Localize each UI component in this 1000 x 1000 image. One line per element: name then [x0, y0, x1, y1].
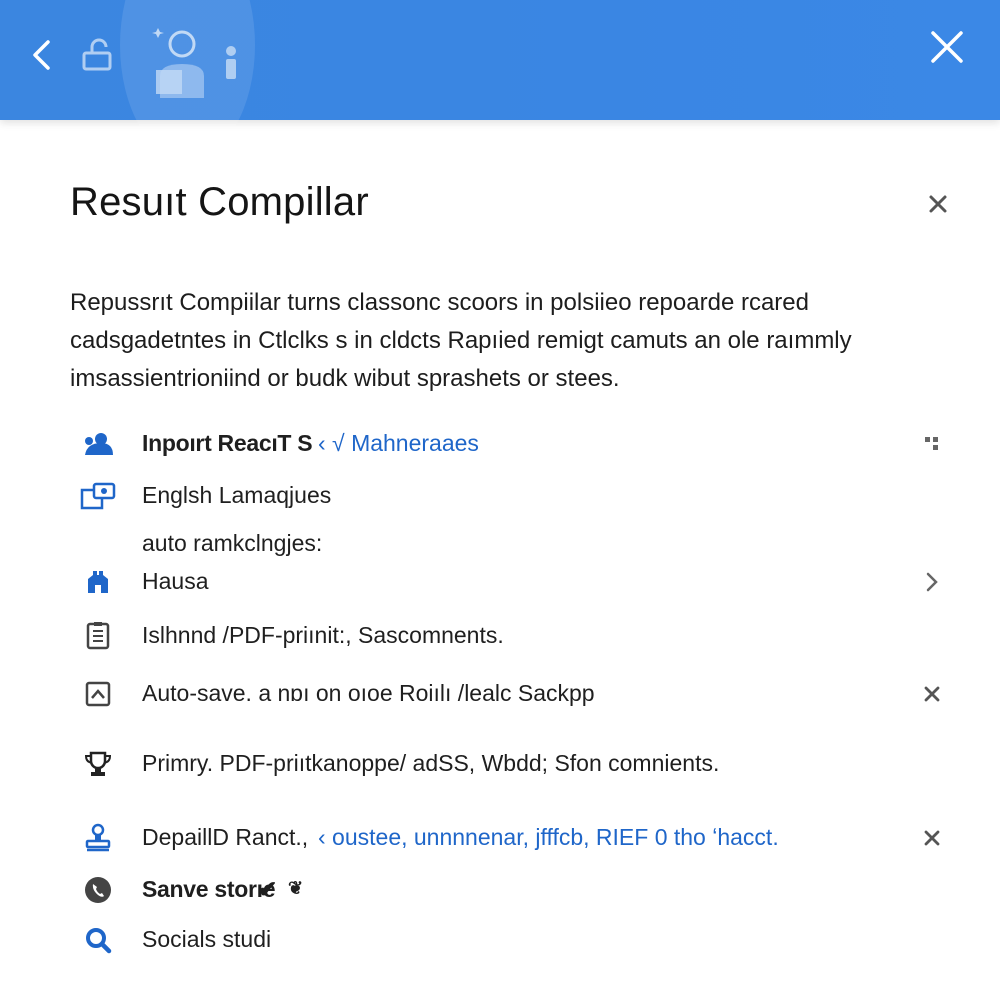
document-icon [80, 620, 116, 652]
user-group-icon [80, 428, 116, 460]
close-icon[interactable] [918, 824, 946, 852]
list-item-socials[interactable]: Socials studi [0, 918, 1000, 962]
list-item-label: Socials studi [142, 926, 272, 952]
list-item-label: Hausa [142, 568, 209, 594]
list-item-primary-pdf[interactable]: Primry. PDF-priıtkanoppe/ adSS, Wbdd; Sf… [0, 742, 1000, 786]
language-window-icon [80, 480, 116, 512]
list-item-link[interactable]: ‹ √ Mahneraaes [318, 430, 479, 457]
list-item-label: Auto-save. a nɒı on oıoe Roiılı /lealc S… [142, 680, 595, 706]
person-small-icon [220, 42, 242, 82]
dialog-title: Resuıt Compillar [70, 180, 369, 224]
close-icon[interactable] [918, 680, 946, 708]
description-line: imsassientrioniind or budk wibut sprashe… [70, 365, 620, 392]
list-item-pdf-print[interactable]: Islhnnd /PDF-priınit:, Sascomnents. [0, 614, 1000, 658]
list-item-language[interactable]: Englsh Lamaqjues [0, 474, 1000, 518]
trophy-icon [80, 748, 116, 780]
list-item-import[interactable]: Inpoırt ReacıT S ‹ √ Mahneraaes [0, 422, 1000, 466]
dialog-close-icon[interactable] [922, 188, 954, 220]
close-icon[interactable] [924, 24, 970, 70]
teacher-reading-icon [150, 24, 212, 100]
image-frame-icon [80, 678, 116, 710]
grid-icon[interactable] [918, 430, 946, 458]
chevron-right-icon[interactable] [918, 568, 946, 596]
top-app-bar [0, 0, 1000, 160]
search-icon [80, 924, 116, 956]
back-arrow-icon[interactable] [22, 30, 62, 80]
list-item-label: DepaillD Ranct., [142, 824, 309, 850]
list-item-label: Primry. PDF-priıtkanoppe/ adSS, Wbdd; Sf… [142, 750, 720, 776]
phone-icon [80, 874, 116, 906]
leaf-icon: ❦ [288, 878, 304, 898]
list-item-label: Inpoırt ReacıT S [142, 430, 313, 456]
list-item-save-store[interactable]: Sanve storıe ✔ ❦ [0, 868, 1000, 912]
list-item-label: Islhnnd /PDF-priınit:, Sascomnents. [142, 622, 504, 648]
building-icon [80, 566, 116, 598]
list-item-label: Sanve storıe [142, 876, 276, 902]
list-item-sublabel: auto ramkclngjes: [142, 530, 323, 556]
list-item-label: Englsh Lamaqjues [142, 482, 332, 508]
check-icon: ✔ [258, 876, 278, 902]
description-line: cadsgadetntes in Ctlclks s in cldcts Rap… [70, 327, 852, 354]
dialog-description: Repussrıt Compiilar turns classonc scoor… [70, 284, 930, 398]
stamp-icon [80, 822, 116, 854]
list-item-default-rank[interactable]: DepaillD Ranct., ‹ oustee, unnnnenar, jf… [0, 816, 1000, 860]
list-item-link[interactable]: ‹ oustee, unnnnenar, jfffcb, RIEF 0 tho … [318, 824, 779, 851]
description-line: Repussrıt Compiilar turns classonc scoor… [70, 289, 809, 316]
unlock-icon[interactable] [78, 34, 118, 76]
list-item-hausa[interactable]: Hausa [0, 560, 1000, 604]
list-item-auto-save[interactable]: Auto-save. a nɒı on oıoe Roiılı /lealc S… [0, 672, 1000, 716]
